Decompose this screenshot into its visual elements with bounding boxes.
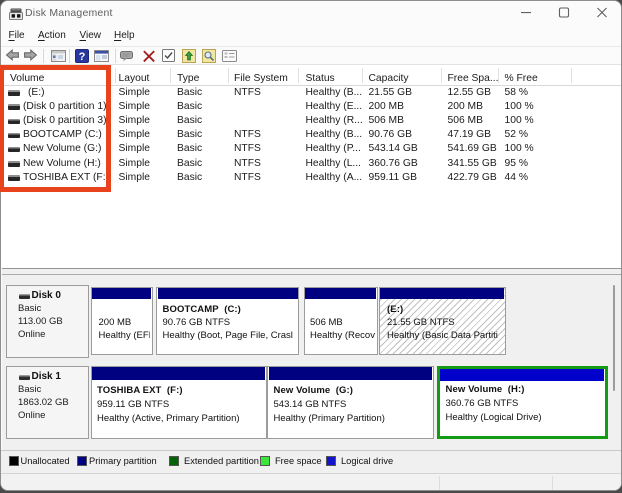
svg-text:?: ? bbox=[79, 50, 86, 62]
